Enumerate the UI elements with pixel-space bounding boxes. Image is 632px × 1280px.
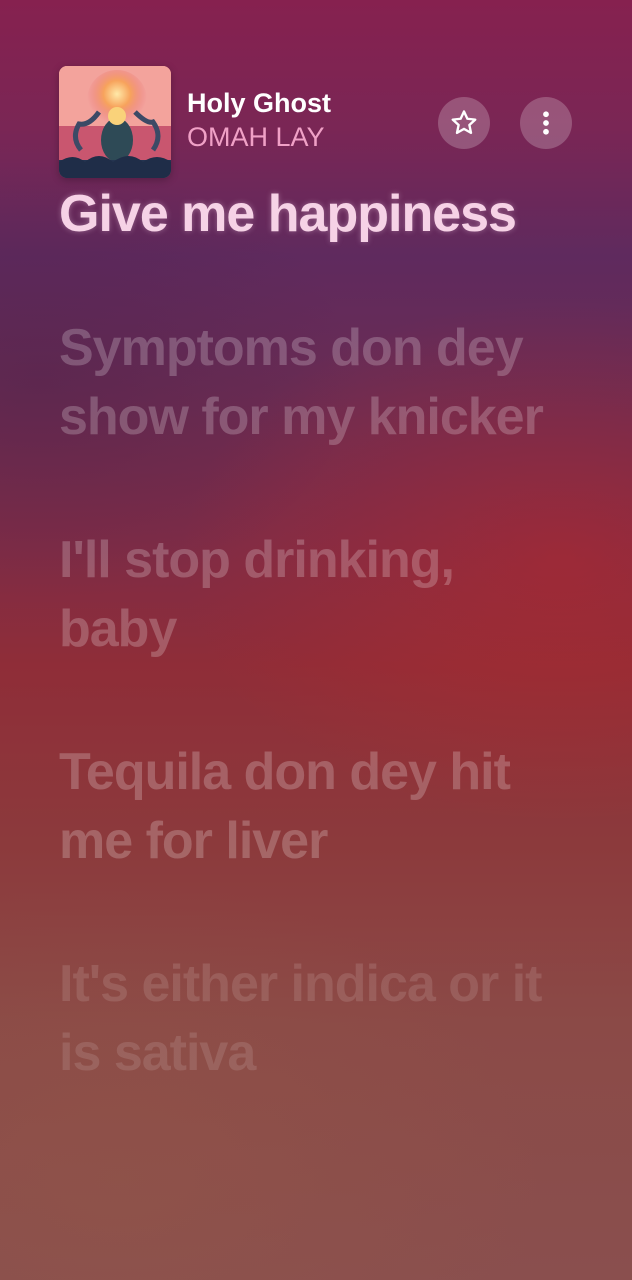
lyrics-view[interactable]: Give me happiness Symptoms don dey show … bbox=[59, 180, 579, 1088]
more-vertical-icon bbox=[543, 111, 549, 135]
lyric-line[interactable]: I'll stop drinking, baby bbox=[59, 526, 579, 664]
lyric-line[interactable]: It's either indica or it is sativa bbox=[59, 950, 579, 1088]
favorite-button[interactable] bbox=[438, 97, 490, 149]
album-artwork[interactable] bbox=[59, 66, 171, 178]
lyric-line[interactable]: Symptoms don dey show for my knicker bbox=[59, 314, 579, 452]
album-art-illustration bbox=[59, 66, 171, 178]
now-playing-header: Holy Ghost OMAH LAY bbox=[59, 66, 573, 178]
track-artist[interactable]: OMAH LAY bbox=[187, 120, 331, 154]
lyric-line-active[interactable]: Give me happiness bbox=[59, 180, 579, 249]
track-title[interactable]: Holy Ghost bbox=[187, 86, 331, 120]
track-info[interactable]: Holy Ghost OMAH LAY bbox=[187, 86, 331, 154]
lyric-line[interactable]: Tequila don dey hit me for liver bbox=[59, 738, 579, 876]
star-icon bbox=[451, 110, 477, 135]
more-options-button[interactable] bbox=[520, 97, 572, 149]
